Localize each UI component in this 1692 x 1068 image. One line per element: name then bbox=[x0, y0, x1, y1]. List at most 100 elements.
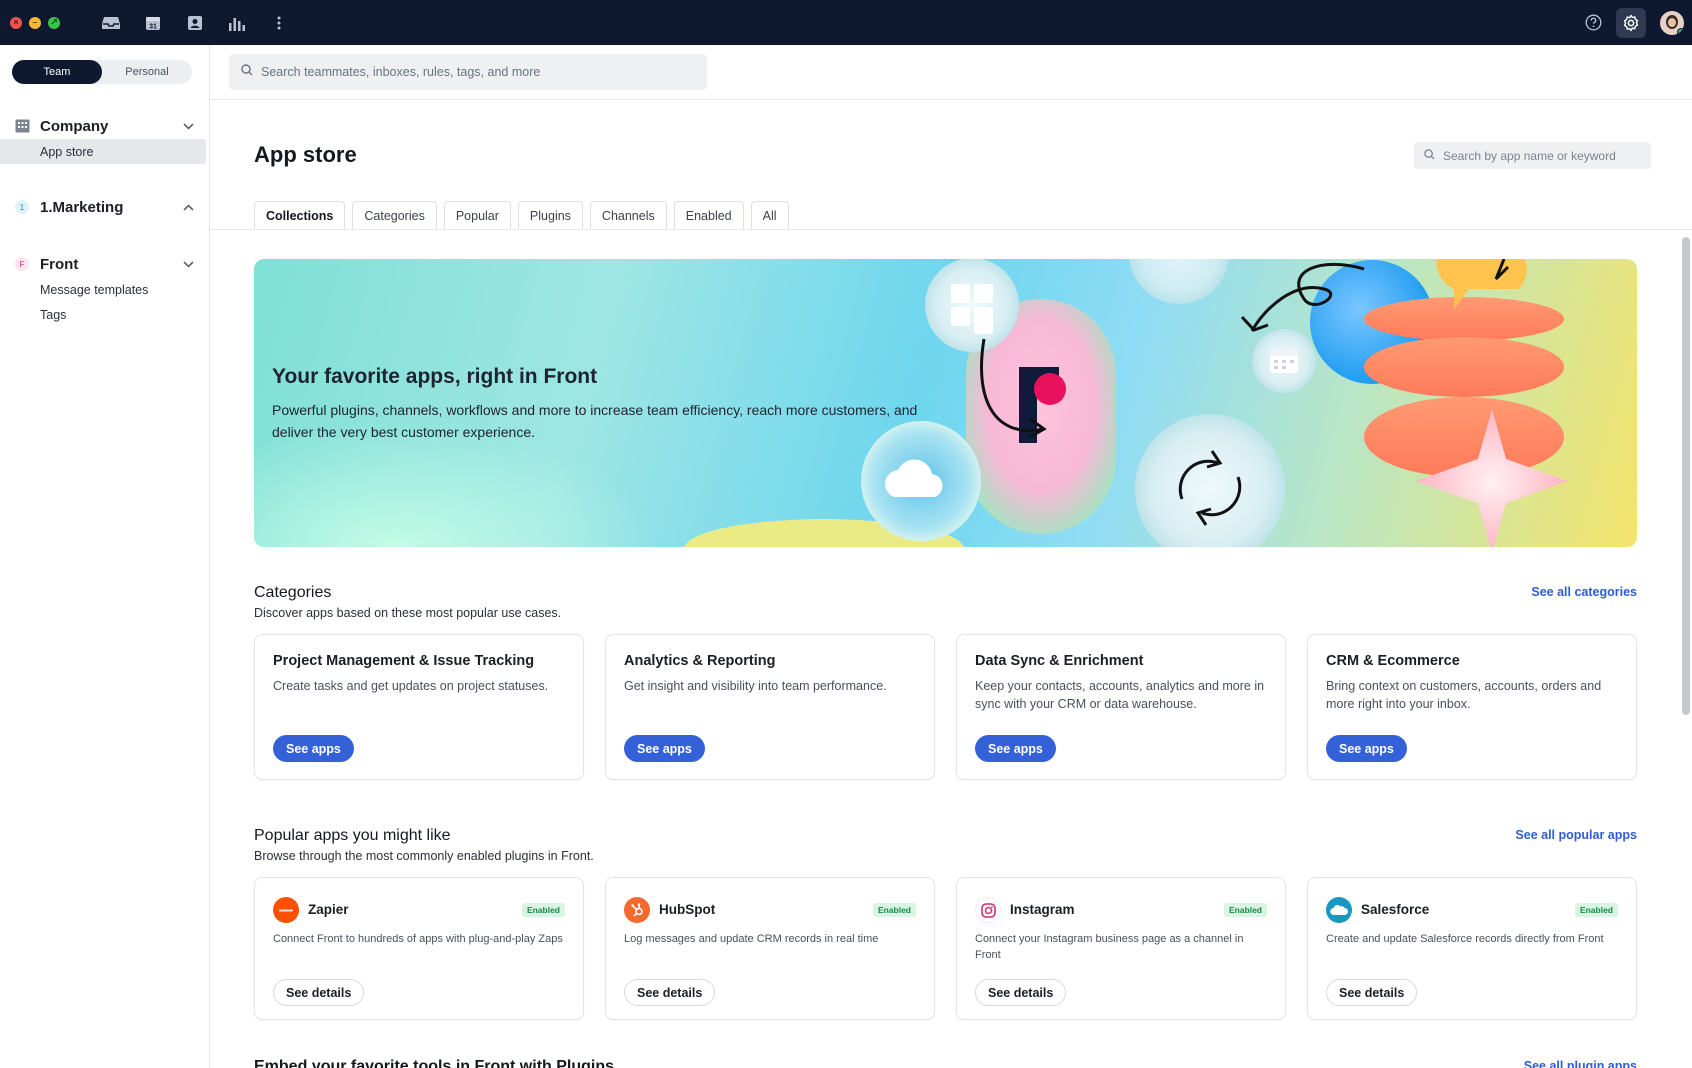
tab-categories[interactable]: Categories bbox=[352, 201, 437, 229]
see-all-popular-apps-link[interactable]: See all popular apps bbox=[1515, 828, 1637, 842]
avatar[interactable] bbox=[1660, 10, 1684, 35]
sidebar-item-app-store[interactable]: App store bbox=[0, 139, 206, 164]
app-name: Salesforce bbox=[1361, 902, 1430, 917]
main-content: App store Collections Categories Popular… bbox=[211, 45, 1692, 1068]
chevron-down-icon[interactable] bbox=[183, 255, 194, 273]
building-icon bbox=[14, 118, 30, 134]
tab-popular[interactable]: Popular bbox=[443, 201, 511, 229]
search-input[interactable] bbox=[261, 65, 707, 79]
category-description: Create tasks and get updates on project … bbox=[273, 679, 549, 693]
see-apps-button[interactable]: See apps bbox=[975, 735, 1056, 762]
enabled-badge: Enabled bbox=[1223, 903, 1267, 917]
see-all-categories-link[interactable]: See all categories bbox=[1531, 585, 1637, 599]
online-status-icon bbox=[1677, 27, 1684, 35]
global-search[interactable] bbox=[229, 54, 707, 90]
close-window-icon[interactable]: × bbox=[10, 16, 22, 29]
app-description: Create and update Salesforce records dir… bbox=[1326, 933, 1604, 945]
page-title: App store bbox=[254, 142, 357, 167]
enabled-badge: Enabled bbox=[521, 903, 565, 917]
team-badge-icon: 1 bbox=[15, 200, 29, 214]
categories-title: Categories bbox=[254, 584, 332, 601]
category-description: Bring context on customers, accounts, or… bbox=[1326, 679, 1602, 711]
contacts-icon[interactable] bbox=[174, 2, 216, 44]
app-description: Log messages and update CRM records in r… bbox=[624, 933, 879, 945]
enabled-badge: Enabled bbox=[872, 903, 916, 917]
chevron-up-icon[interactable] bbox=[183, 198, 194, 216]
tab-all[interactable]: All bbox=[750, 201, 789, 229]
hero-banner: Your favorite apps, right in Front Power… bbox=[254, 259, 1637, 547]
hero-title: Your favorite apps, right in Front bbox=[272, 365, 598, 388]
toggle-personal[interactable]: Personal bbox=[102, 60, 192, 84]
category-card[interactable]: Project Management & Issue Tracking Crea… bbox=[254, 634, 584, 780]
see-details-button[interactable]: See details bbox=[975, 979, 1067, 1006]
category-card[interactable]: Data Sync & Enrichment Keep your contact… bbox=[956, 634, 1286, 780]
see-details-button[interactable]: See details bbox=[624, 979, 716, 1006]
sidebar-group-title: Company bbox=[40, 117, 109, 135]
help-icon[interactable] bbox=[1578, 8, 1608, 38]
sidebar-group-header[interactable]: F Front bbox=[0, 251, 210, 277]
search-icon bbox=[1424, 147, 1435, 165]
toggle-team[interactable]: Team bbox=[12, 60, 102, 84]
app-card-hubspot[interactable]: HubSpot Enabled Log messages and update … bbox=[605, 877, 935, 1020]
see-details-button[interactable]: See details bbox=[273, 979, 365, 1006]
window-controls: × – ↗ bbox=[10, 16, 60, 29]
category-title: Data Sync & Enrichment bbox=[975, 653, 1144, 669]
app-search-input[interactable] bbox=[1443, 148, 1651, 163]
sidebar-group-front: F Front Message templates Tags bbox=[0, 251, 210, 327]
instagram-logo-icon bbox=[975, 897, 1001, 923]
app-description: Connect your Instagram business page as … bbox=[975, 933, 1244, 961]
salesforce-logo-icon bbox=[1326, 897, 1352, 923]
app-card-instagram[interactable]: Instagram Enabled Connect your Instagram… bbox=[956, 877, 1286, 1020]
popular-title: Popular apps you might like bbox=[254, 827, 451, 844]
tab-bar: Collections Categories Popular Plugins C… bbox=[254, 201, 789, 229]
see-all-plugin-apps-link[interactable]: See all plugin apps bbox=[1524, 1059, 1637, 1068]
tab-collections[interactable]: Collections bbox=[254, 201, 346, 229]
category-card[interactable]: CRM & Ecommerce Bring context on custome… bbox=[1307, 634, 1637, 780]
sidebar-item-message-templates[interactable]: Message templates bbox=[0, 277, 210, 302]
category-description: Get insight and visibility into team per… bbox=[624, 679, 887, 693]
app-description: Connect Front to hundreds of apps with p… bbox=[273, 933, 563, 945]
search-icon bbox=[241, 63, 253, 81]
chevron-down-icon[interactable] bbox=[183, 117, 194, 135]
sidebar-group-company: Company App store bbox=[0, 113, 210, 164]
minimize-window-icon[interactable]: – bbox=[29, 16, 41, 29]
category-description: Keep your contacts, accounts, analytics … bbox=[975, 679, 1265, 711]
settings-icon[interactable] bbox=[1616, 7, 1646, 38]
inbox-icon[interactable] bbox=[90, 2, 132, 44]
maximize-window-icon[interactable]: ↗ bbox=[48, 16, 60, 29]
tab-channels[interactable]: Channels bbox=[589, 201, 667, 229]
sidebar-group-header[interactable]: Company bbox=[0, 113, 210, 139]
tab-plugins[interactable]: Plugins bbox=[517, 201, 583, 229]
category-title: Project Management & Issue Tracking bbox=[273, 653, 535, 669]
sidebar-item-tags[interactable]: Tags bbox=[0, 302, 210, 327]
top-bar: × – ↗ 31 bbox=[0, 0, 1692, 45]
app-search[interactable] bbox=[1414, 142, 1651, 169]
more-icon[interactable] bbox=[258, 2, 300, 44]
see-apps-button[interactable]: See apps bbox=[1326, 735, 1407, 762]
app-card-salesforce[interactable]: Salesforce Enabled Create and update Sal… bbox=[1307, 877, 1637, 1020]
sidebar: Team Personal Company App store 1 1.Mark… bbox=[0, 45, 210, 1068]
sidebar-group-title: 1.Marketing bbox=[40, 198, 124, 216]
app-name: Instagram bbox=[1010, 902, 1075, 917]
tab-enabled[interactable]: Enabled bbox=[673, 201, 744, 229]
hubspot-logo-icon bbox=[624, 897, 650, 923]
scrollbar[interactable] bbox=[1682, 237, 1690, 715]
see-details-button[interactable]: See details bbox=[1326, 979, 1418, 1006]
calendar-icon[interactable]: 31 bbox=[132, 2, 174, 44]
category-title: CRM & Ecommerce bbox=[1326, 653, 1460, 669]
sidebar-group-header[interactable]: 1 1.Marketing bbox=[0, 194, 210, 220]
sidebar-group-marketing: 1 1.Marketing bbox=[0, 194, 210, 220]
analytics-icon[interactable] bbox=[216, 2, 258, 44]
category-card[interactable]: Analytics & Reporting Get insight and vi… bbox=[605, 634, 935, 780]
see-apps-button[interactable]: See apps bbox=[624, 735, 705, 762]
see-apps-button[interactable]: See apps bbox=[273, 735, 354, 762]
app-card-zapier[interactable]: Zapier Enabled Connect Front to hundreds… bbox=[254, 877, 584, 1020]
svg-text:31: 31 bbox=[149, 23, 157, 30]
zapier-logo-icon bbox=[273, 897, 299, 923]
popular-subtitle: Browse through the most commonly enabled… bbox=[254, 849, 594, 863]
enabled-badge: Enabled bbox=[1574, 903, 1618, 917]
category-title: Analytics & Reporting bbox=[624, 653, 776, 669]
team-badge-icon: F bbox=[15, 257, 29, 271]
team-personal-toggle: Team Personal bbox=[12, 60, 192, 84]
plugins-section-title: Embed your favorite tools in Front with … bbox=[254, 1058, 615, 1068]
